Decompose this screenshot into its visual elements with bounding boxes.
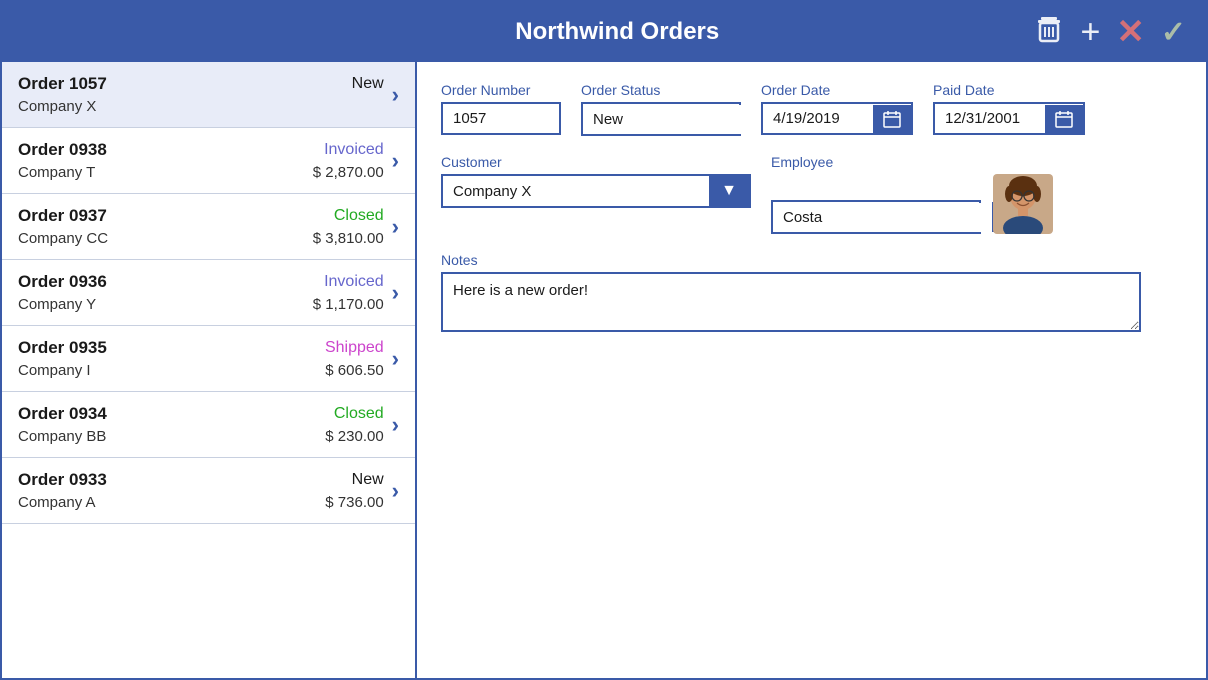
list-item[interactable]: Order 0935 Shipped Company I $ 606.50 › (2, 326, 415, 392)
paid-date-group: Paid Date (933, 82, 1085, 135)
employee-group: Employee ▼ (771, 154, 1053, 234)
order-list: Order 1057 New Company X › Order 0938 In… (2, 62, 417, 678)
list-item[interactable]: Order 0936 Invoiced Company Y $ 1,170.00… (2, 260, 415, 326)
order-amount: $ 3,810.00 (313, 230, 384, 247)
customer-label: Customer (441, 154, 751, 170)
list-item[interactable]: Order 0933 New Company A $ 736.00 › (2, 458, 415, 524)
app-title: Northwind Orders (202, 18, 1033, 46)
order-company: Company X (18, 98, 96, 115)
order-date-field[interactable] (763, 104, 873, 133)
chevron-right-icon: › (392, 346, 399, 372)
order-number: Order 1057 (18, 74, 107, 94)
order-company: Company CC (18, 230, 108, 247)
notes-field[interactable]: Here is a new order! (441, 272, 1141, 332)
order-amount: $ 230.00 (325, 428, 383, 445)
order-amount: $ 736.00 (325, 494, 383, 511)
detail-row-2: Customer ▼ Employee ▼ (441, 154, 1182, 234)
add-icon[interactable]: + (1081, 15, 1101, 49)
chevron-right-icon: › (392, 280, 399, 306)
employee-select-wrapper: ▼ (771, 200, 981, 234)
app-container: Northwind Orders + ✕ ✓ (0, 0, 1208, 680)
order-number-group: Order Number (441, 82, 561, 135)
order-date-wrapper (761, 102, 913, 135)
main-content: Order 1057 New Company X › Order 0938 In… (2, 62, 1206, 678)
customer-field[interactable] (443, 177, 709, 206)
chevron-right-icon: › (392, 148, 399, 174)
header-icons: + ✕ ✓ (1033, 12, 1187, 52)
employee-row: ▼ (771, 174, 1053, 234)
order-status: Invoiced (324, 141, 384, 159)
order-number-label: Order Number (441, 82, 561, 98)
order-amount: $ 2,870.00 (313, 164, 384, 181)
list-item[interactable]: Order 0937 Closed Company CC $ 3,810.00 … (2, 194, 415, 260)
order-status: New (352, 471, 384, 489)
detail-row-3: Notes Here is a new order! (441, 252, 1182, 332)
paid-date-field[interactable] (935, 104, 1045, 133)
header: Northwind Orders + ✕ ✓ (2, 2, 1206, 62)
notes-label: Notes (441, 252, 1182, 268)
customer-dropdown-btn[interactable]: ▼ (709, 176, 749, 206)
order-company: Company BB (18, 428, 106, 445)
chevron-right-icon: › (392, 214, 399, 240)
chevron-right-icon: › (392, 478, 399, 504)
order-status: Closed (334, 207, 384, 225)
order-date-calendar-btn[interactable] (873, 105, 911, 133)
order-status: Shipped (325, 339, 384, 357)
order-status: New (352, 75, 384, 93)
order-number: Order 0938 (18, 140, 107, 160)
order-date-group: Order Date (761, 82, 913, 135)
order-status-group: Order Status ▼ (581, 82, 741, 136)
delete-icon[interactable] (1033, 13, 1065, 52)
list-item[interactable]: Order 0934 Closed Company BB $ 230.00 › (2, 392, 415, 458)
employee-label: Employee (771, 154, 1053, 170)
order-date-label: Order Date (761, 82, 913, 98)
confirm-icon[interactable]: ✓ (1161, 15, 1186, 50)
order-status: Invoiced (324, 273, 384, 291)
employee-photo (993, 174, 1053, 234)
chevron-right-icon: › (392, 82, 399, 108)
order-status-select-wrapper: ▼ (581, 102, 741, 136)
employee-field[interactable] (773, 203, 992, 232)
order-number: Order 0933 (18, 470, 107, 490)
order-number: Order 0935 (18, 338, 107, 358)
paid-date-label: Paid Date (933, 82, 1085, 98)
order-status: Closed (334, 405, 384, 423)
chevron-right-icon: › (392, 412, 399, 438)
notes-group: Notes Here is a new order! (441, 252, 1182, 332)
customer-group: Customer ▼ (441, 154, 751, 208)
customer-select-wrapper: ▼ (441, 174, 751, 208)
order-number: Order 0936 (18, 272, 107, 292)
list-item[interactable]: Order 0938 Invoiced Company T $ 2,870.00… (2, 128, 415, 194)
order-number: Order 0937 (18, 206, 107, 226)
paid-date-wrapper (933, 102, 1085, 135)
cancel-icon[interactable]: ✕ (1116, 12, 1145, 52)
order-number: Order 0934 (18, 404, 107, 424)
order-company: Company A (18, 494, 96, 511)
order-company: Company I (18, 362, 91, 379)
detail-row-1: Order Number Order Status ▼ Order Date (441, 82, 1182, 136)
order-company: Company T (18, 164, 95, 181)
order-number-field[interactable] (441, 102, 561, 135)
order-amount: $ 606.50 (325, 362, 383, 379)
order-company: Company Y (18, 296, 96, 313)
paid-date-calendar-btn[interactable] (1045, 105, 1083, 133)
order-amount: $ 1,170.00 (313, 296, 384, 313)
order-status-label: Order Status (581, 82, 741, 98)
order-detail: Order Number Order Status ▼ Order Date (417, 62, 1206, 678)
list-item[interactable]: Order 1057 New Company X › (2, 62, 415, 128)
